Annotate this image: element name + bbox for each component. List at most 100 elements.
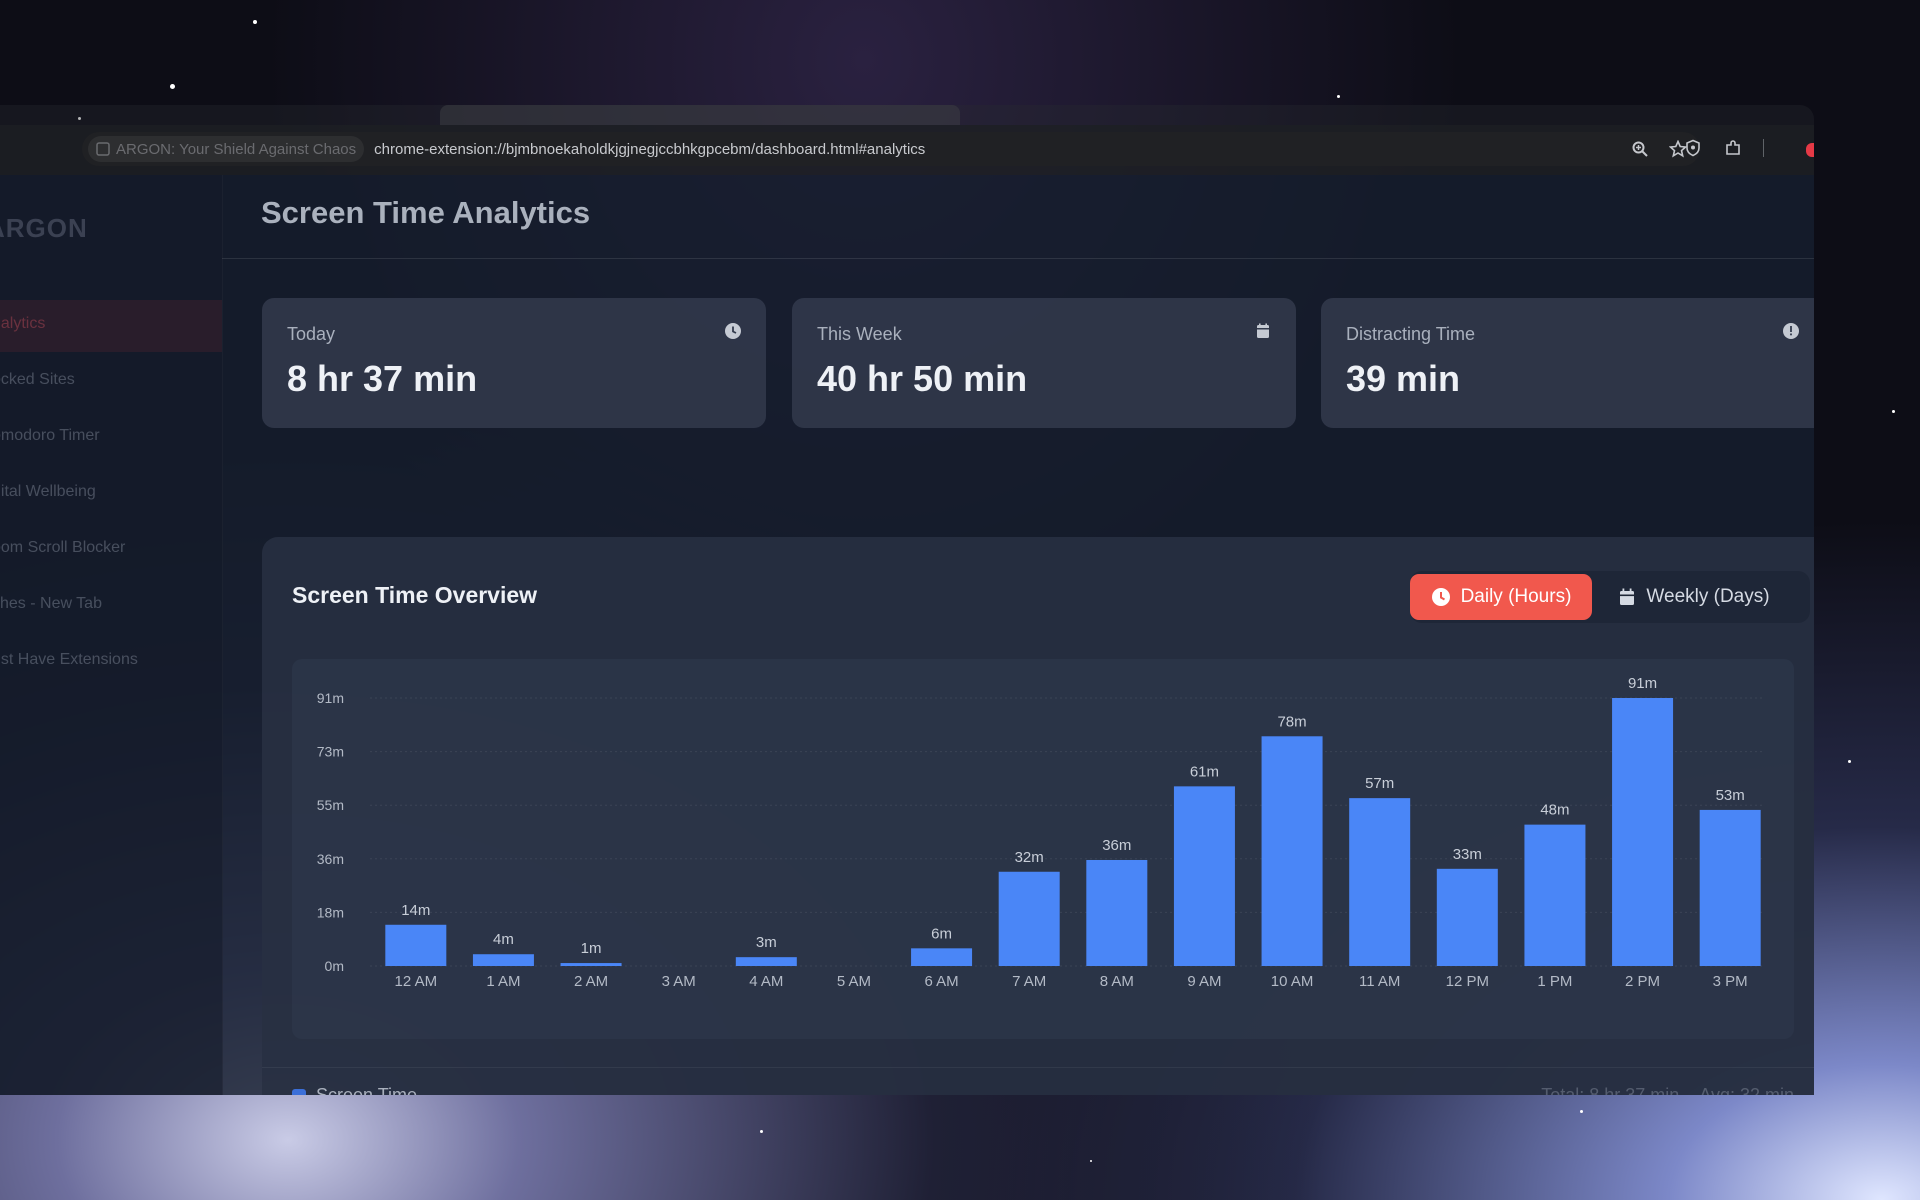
browser-window: ARGON: Your Shield Against Chaos chrome-…	[0, 105, 1814, 1095]
daily-hours-button[interactable]: Daily (Hours)	[1410, 574, 1592, 620]
star	[1580, 1110, 1583, 1113]
bar[interactable]	[560, 963, 622, 966]
bar[interactable]	[1086, 859, 1148, 966]
sidebar-item-doom-scroll-blocker[interactable]: oom Scroll Blocker	[0, 539, 125, 557]
bar-value-label: 33m	[1453, 846, 1482, 863]
tab-strip	[0, 105, 1814, 125]
daily-hours-label: Daily (Hours)	[1460, 586, 1572, 607]
dashboard-page: ARGON nalytics ocked Sites omodoro Timer…	[0, 175, 1814, 1095]
calendar-icon	[1254, 322, 1272, 340]
main-header: Screen Time Analytics	[222, 175, 1814, 259]
x-tick-label: 5 AM	[837, 973, 871, 990]
sidebar-item-digital-wellbeing[interactable]: gital Wellbeing	[0, 483, 96, 501]
panel-title: Screen Time Overview	[292, 582, 538, 608]
x-tick-label: 4 AM	[749, 973, 783, 990]
star	[1090, 1160, 1092, 1162]
bar[interactable]	[911, 948, 973, 966]
sidebar-item-new-tab[interactable]: shes - New Tab	[0, 595, 102, 613]
bar[interactable]	[472, 954, 534, 966]
bar-value-label: 4m	[493, 931, 514, 948]
clock-icon	[724, 322, 742, 340]
star	[253, 20, 257, 24]
bar[interactable]	[385, 924, 447, 966]
site-chip[interactable]: ARGON: Your Shield Against Chaos	[88, 136, 365, 162]
x-tick-label: 1 PM	[1537, 973, 1572, 990]
card-label: Today	[287, 324, 336, 344]
x-tick-label: 11 AM	[1359, 973, 1400, 990]
bar-value-label: 1m	[581, 940, 602, 957]
stat-card-today: Today 8 hr 37 min	[262, 298, 766, 428]
extensions-puzzle-icon[interactable]	[1723, 138, 1743, 158]
star	[170, 84, 175, 89]
x-tick-label: 12 AM	[395, 973, 438, 990]
stat-card-this-week: This Week 40 hr 50 min	[792, 298, 1296, 428]
bar-value-label: 53m	[1716, 787, 1745, 804]
y-tick-label: 0m	[325, 958, 344, 974]
bar[interactable]	[1612, 698, 1674, 966]
bar-value-label: 48m	[1540, 802, 1569, 819]
weekly-days-label: Weekly (Days)	[1646, 586, 1770, 607]
bar-value-label: 14m	[401, 902, 430, 919]
card-label: Distracting Time	[1346, 324, 1476, 344]
browser-toolbar: ARGON: Your Shield Against Chaos chrome-…	[0, 125, 1814, 175]
extension-icon	[96, 142, 110, 156]
bar[interactable]	[735, 957, 797, 966]
address-bar[interactable]: ARGON: Your Shield Against Chaos chrome-…	[82, 132, 1700, 166]
url-text[interactable]: chrome-extension://bjmbnoekaholdkjgjnegj…	[374, 141, 925, 158]
calendar-icon	[1618, 587, 1636, 607]
legend-swatch	[292, 1088, 306, 1095]
sidebar: ARGON nalytics ocked Sites omodoro Timer…	[0, 175, 223, 1095]
bar[interactable]	[1524, 824, 1586, 966]
star	[760, 1130, 763, 1133]
info-icon	[1782, 322, 1800, 340]
y-tick-label: 91m	[317, 690, 344, 706]
x-tick-label: 12 PM	[1446, 973, 1489, 990]
x-tick-label: 2 AM	[574, 973, 608, 990]
avg-stat: Avg: 32 min	[1699, 1085, 1794, 1095]
card-value: 8 hr 37 min	[287, 358, 478, 399]
y-tick-label: 55m	[317, 797, 344, 813]
x-tick-label: 8 AM	[1100, 973, 1134, 990]
bar[interactable]	[1349, 798, 1411, 966]
bar-value-label: 78m	[1277, 713, 1306, 730]
footer-stats: Total: 8 hr 37 min Avg: 32 min	[1541, 1085, 1794, 1095]
x-tick-label: 2 PM	[1625, 973, 1660, 990]
page-title: Screen Time Analytics	[261, 195, 591, 230]
bar-value-label: 3m	[756, 934, 777, 951]
bar-value-label: 32m	[1015, 849, 1044, 866]
x-tick-label: 3 AM	[662, 973, 696, 990]
toolbar-separator	[1763, 139, 1764, 157]
chart-legend: Screen Time	[292, 1085, 417, 1095]
tab-active[interactable]	[440, 105, 960, 125]
weekly-days-button[interactable]: Weekly (Days)	[1596, 574, 1792, 620]
star	[1892, 410, 1895, 413]
card-value: 40 hr 50 min	[817, 358, 1028, 399]
x-tick-label: 7 AM	[1012, 973, 1046, 990]
y-tick-label: 18m	[317, 904, 344, 920]
total-stat: Total: 8 hr 37 min	[1541, 1085, 1680, 1095]
bar[interactable]	[1261, 736, 1323, 966]
clock-icon	[1431, 587, 1451, 607]
bar[interactable]	[998, 871, 1060, 966]
bar-value-label: 57m	[1365, 775, 1394, 792]
profile-avatar[interactable]	[1806, 143, 1814, 157]
x-tick-label: 6 AM	[924, 973, 958, 990]
panel-divider	[262, 1067, 1814, 1068]
bar[interactable]	[1436, 868, 1498, 966]
sidebar-item-must-have-extensions[interactable]: ust Have Extensions	[0, 651, 138, 669]
card-value: 39 min	[1346, 358, 1461, 399]
star	[1848, 760, 1851, 763]
star	[1337, 95, 1340, 98]
zoom-icon[interactable]	[1630, 139, 1650, 159]
shield-extension-icon[interactable]	[1683, 138, 1703, 158]
bar-value-label: 91m	[1628, 675, 1657, 692]
y-tick-label: 36m	[317, 851, 344, 867]
sidebar-item-blocked-sites[interactable]: ocked Sites	[0, 371, 75, 389]
bar[interactable]	[1173, 786, 1235, 966]
sidebar-item-analytics[interactable]: nalytics	[0, 315, 45, 333]
bar[interactable]	[1699, 809, 1761, 966]
sidebar-item-pomodoro-timer[interactable]: omodoro Timer	[0, 427, 100, 445]
legend-label: Screen Time	[316, 1085, 418, 1095]
stat-card-distracting-time: Distracting Time 39 min	[1321, 298, 1814, 428]
bar-value-label: 61m	[1190, 763, 1219, 780]
